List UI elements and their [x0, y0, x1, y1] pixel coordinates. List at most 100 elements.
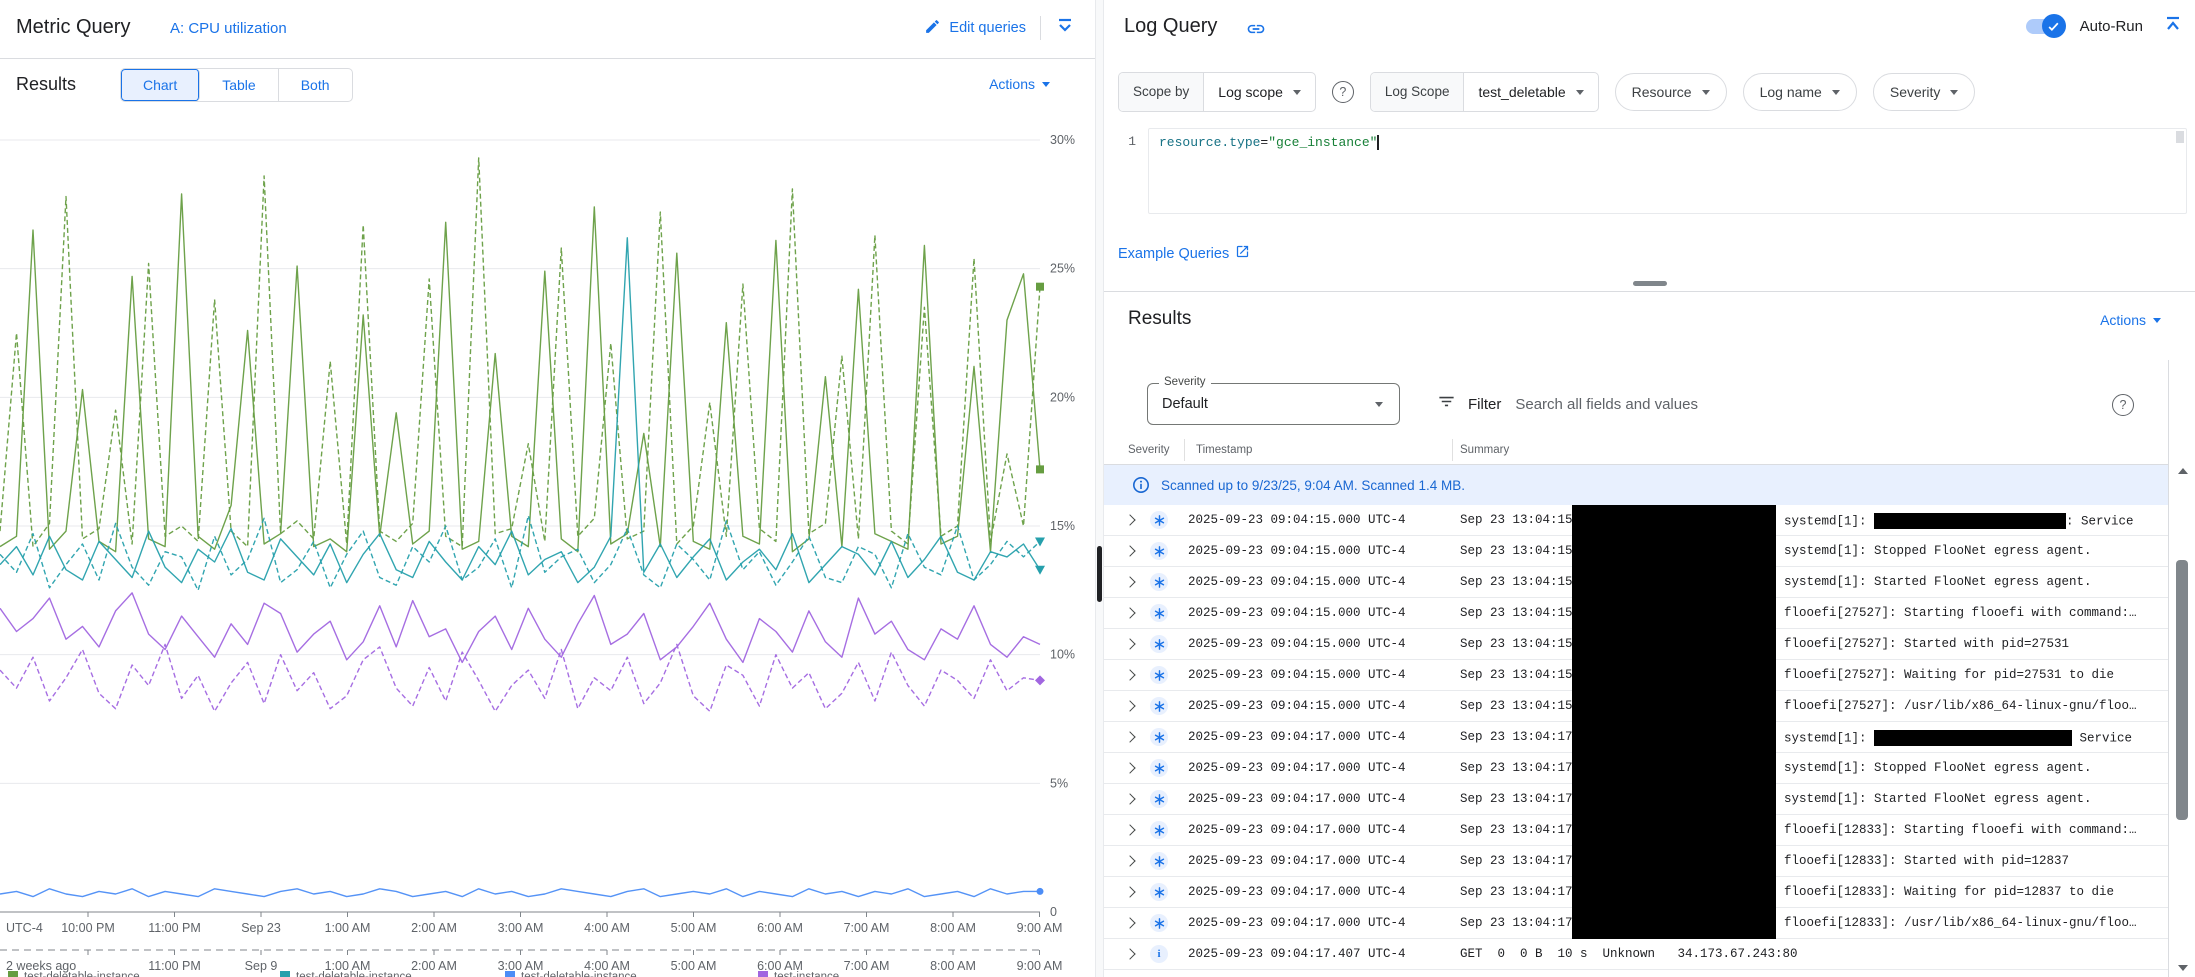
scope-help-icon[interactable]: ?: [1332, 81, 1354, 103]
log-actions-dropdown[interactable]: Actions: [2100, 312, 2161, 328]
log-row[interactable]: i 2025-09-23 09:04:17.407 UTC-4 GET 0 0 …: [1104, 939, 2168, 970]
log-timestamp: 2025-09-23 09:04:15.000 UTC-4: [1188, 699, 1406, 713]
log-timestamp: 2025-09-23 09:04:15.000 UTC-4: [1188, 513, 1406, 527]
drag-handle[interactable]: [1633, 281, 1667, 286]
query-field-token: resource.type: [1159, 135, 1260, 150]
expand-chevron-icon[interactable]: [1124, 731, 1135, 742]
svg-text:7:00 AM: 7:00 AM: [844, 959, 890, 973]
svg-text:5:00 AM: 5:00 AM: [671, 921, 717, 935]
expand-chevron-icon[interactable]: [1124, 793, 1135, 804]
severity-default-icon: [1150, 666, 1168, 684]
line-number: 1: [1104, 134, 1136, 149]
collapse-pane-icon[interactable]: [1055, 16, 1075, 41]
filter-help-icon[interactable]: ?: [2112, 394, 2134, 416]
scroll-up-arrow-icon[interactable]: [2178, 468, 2188, 474]
log-summary: Sep 23 13:04:17 flooefi[12833]: Started …: [1460, 854, 2138, 874]
log-scope-dropdown[interactable]: Log scope: [1204, 73, 1315, 111]
log-message: systemd[1]: Started FlooNet egress agent…: [1784, 792, 2092, 806]
svg-text:11:00 PM: 11:00 PM: [148, 921, 201, 935]
log-query-title: Log Query: [1124, 15, 1217, 38]
filter-label: Filter: [1468, 396, 1501, 413]
expand-chevron-icon[interactable]: [1124, 576, 1135, 587]
log-message: flooefi[27527]: Waiting for pid=27531 to…: [1784, 668, 2114, 682]
log-scope-select[interactable]: test_deletable: [1464, 73, 1597, 111]
tab-chart[interactable]: Chart: [121, 69, 200, 101]
log-timestamp: 2025-09-23 09:04:17.000 UTC-4: [1188, 854, 1406, 868]
edit-queries-button[interactable]: Edit queries: [924, 18, 1026, 39]
log-summary: Sep 23 13:04:17 systemd[1]: Started Floo…: [1460, 792, 2138, 812]
example-queries-label: Example Queries: [1118, 246, 1229, 262]
editor-scrollbar[interactable]: [2176, 131, 2184, 143]
log-timestamp: 2025-09-23 09:04:17.000 UTC-4: [1188, 916, 1406, 930]
text-cursor: [1377, 135, 1379, 150]
expand-chevron-icon[interactable]: [1124, 948, 1135, 959]
edit-queries-label: Edit queries: [949, 20, 1026, 36]
expand-chevron-icon[interactable]: [1124, 607, 1135, 618]
syslog-time: Sep 23 13:04:17: [1460, 916, 1573, 930]
scan-info-text: Scanned up to 9/23/25, 9:04 AM. Scanned …: [1161, 478, 1465, 493]
chevron-down-icon: [1950, 90, 1958, 95]
syslog-time: Sep 23 13:04:17: [1460, 792, 1573, 806]
expand-chevron-icon[interactable]: [1124, 917, 1135, 928]
expand-chevron-icon[interactable]: [1124, 762, 1135, 773]
auto-run-toggle[interactable]: [2026, 19, 2062, 34]
svg-text:test-instance: test-instance: [774, 971, 839, 977]
query-value-token: "gce_instance": [1268, 135, 1377, 150]
log-query-pane: Log Query Auto-Run Scope by Log scope ? …: [1104, 0, 2195, 977]
query-code-line[interactable]: resource.type="gce_instance": [1149, 129, 2186, 156]
metric-actions-dropdown[interactable]: Actions: [989, 76, 1050, 92]
syslog-time: Sep 23 13:04:15: [1460, 575, 1573, 589]
log-message: flooefi[27527]: /usr/lib/x86_64-linux-gn…: [1784, 699, 2137, 713]
log-summary: Sep 23 13:04:17 systemd[1]: Service h…: [1460, 730, 2138, 750]
expand-chevron-icon[interactable]: [1124, 669, 1135, 680]
log-results-title: Results: [1128, 308, 1191, 330]
column-separator: [1184, 439, 1185, 461]
expand-chevron-icon[interactable]: [1124, 886, 1135, 897]
cpu-utilization-chart[interactable]: 30%25%20%15%10%5%0UTC-410:00 PM11:00 PMS…: [0, 110, 1095, 977]
redacted-text: [1874, 730, 2072, 746]
log-summary: Sep 23 13:04:15 flooefi[27527]: Started …: [1460, 637, 2138, 657]
scroll-down-arrow-icon[interactable]: [2178, 965, 2188, 971]
severity-default-icon: [1150, 914, 1168, 932]
metric-query-chip[interactable]: A: CPU utilization: [170, 20, 287, 37]
log-message: systemd[1]: Service h…: [1784, 730, 2138, 746]
log-name-filter-dropdown[interactable]: Log name: [1743, 73, 1857, 111]
resource-filter-dropdown[interactable]: Resource: [1615, 73, 1727, 111]
svg-text:3:00 AM: 3:00 AM: [498, 921, 544, 935]
svg-text:11:00 PM: 11:00 PM: [148, 959, 201, 973]
svg-text:10%: 10%: [1050, 648, 1075, 662]
collapse-up-icon[interactable]: [2163, 14, 2183, 39]
example-queries-link[interactable]: Example Queries: [1118, 244, 1250, 263]
expand-chevron-icon[interactable]: [1124, 700, 1135, 711]
left-pane-scrollbar-thumb[interactable]: [1097, 546, 1102, 602]
pane-splitter[interactable]: [1095, 0, 1104, 977]
expand-chevron-icon[interactable]: [1124, 545, 1135, 556]
svg-text:5%: 5%: [1050, 776, 1068, 790]
log-timestamp: 2025-09-23 09:04:17.000 UTC-4: [1188, 730, 1406, 744]
expand-chevron-icon[interactable]: [1124, 514, 1135, 525]
syslog-time: Sep 23 13:04:15: [1460, 513, 1573, 527]
severity-filter-dropdown[interactable]: Severity: [1873, 73, 1976, 111]
severity-select[interactable]: Severity Default: [1147, 383, 1400, 425]
copy-link-icon[interactable]: [1246, 19, 1266, 44]
expand-chevron-icon[interactable]: [1124, 824, 1135, 835]
search-input[interactable]: [1513, 395, 2077, 414]
log-summary: Sep 23 13:04:15 flooefi[27527]: Starting…: [1460, 606, 2138, 626]
column-separator: [1452, 439, 1453, 461]
expand-chevron-icon[interactable]: [1124, 855, 1135, 866]
column-severity: Severity: [1128, 444, 1170, 456]
tab-table[interactable]: Table: [200, 69, 278, 101]
results-scrollbar[interactable]: [2168, 360, 2195, 977]
scrollbar-thumb[interactable]: [2176, 560, 2188, 820]
scope-by-label: Scope by: [1119, 73, 1204, 111]
query-editor[interactable]: 1 resource.type="gce_instance": [1104, 124, 2195, 220]
view-mode-tabs: Chart Table Both: [120, 68, 353, 102]
severity-default-icon: [1150, 697, 1168, 715]
svg-text:Sep 23: Sep 23: [241, 921, 281, 935]
expand-chevron-icon[interactable]: [1124, 638, 1135, 649]
tab-both[interactable]: Both: [279, 69, 352, 101]
log-timestamp: 2025-09-23 09:04:15.000 UTC-4: [1188, 575, 1406, 589]
svg-text:10:00 PM: 10:00 PM: [61, 921, 115, 935]
svg-text:2:00 AM: 2:00 AM: [411, 921, 457, 935]
chevron-down-icon: [1042, 82, 1050, 87]
